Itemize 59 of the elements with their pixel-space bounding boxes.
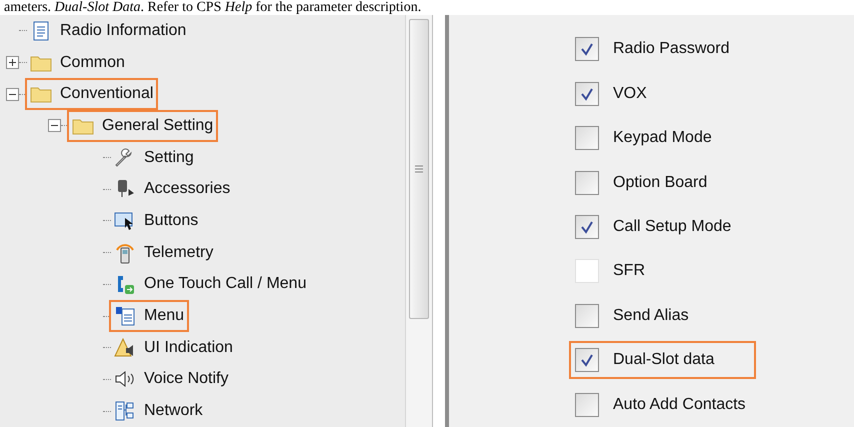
tree-item-label: Network xyxy=(144,401,203,422)
caption-text: ameters. Dual-Slot Data. Refer to CPS Help for the parameter description. xyxy=(3,0,422,15)
tree-item-label: Telemetry xyxy=(144,242,214,263)
checkbox[interactable] xyxy=(575,348,599,372)
scrollbar[interactable] xyxy=(405,15,433,427)
tree-item[interactable]: Common xyxy=(27,48,128,77)
checkbox[interactable] xyxy=(575,37,599,62)
tree-item-label: Accessories xyxy=(144,179,230,200)
tree-item[interactable]: Voice Notify xyxy=(111,365,232,394)
tree-expander[interactable] xyxy=(6,56,19,70)
phone-signal-icon xyxy=(114,242,136,264)
tree-item-label: General Setting xyxy=(102,116,214,136)
tree-expander[interactable] xyxy=(6,88,19,101)
checkbox[interactable] xyxy=(575,126,599,150)
tree-item[interactable]: One Touch Call / Menu xyxy=(111,270,310,298)
tree-item-label: Setting xyxy=(144,148,194,168)
tree-item[interactable]: Accessories xyxy=(111,175,234,204)
check-icon xyxy=(580,353,594,368)
tree-item[interactable]: Radio Information xyxy=(27,16,190,45)
checkbox-label: Option Board xyxy=(613,172,708,193)
menu-icon xyxy=(114,305,136,328)
checkbox[interactable] xyxy=(575,170,599,195)
check-icon xyxy=(580,86,594,101)
tree-item[interactable]: Buttons xyxy=(111,206,202,235)
checkbox[interactable] xyxy=(575,392,599,417)
checkbox-label: Call Setup Mode xyxy=(613,216,732,237)
tree-item[interactable]: Setting xyxy=(111,144,197,172)
checkbox-label: Radio Password xyxy=(613,39,730,60)
tree-item-label: UI Indication xyxy=(144,338,233,358)
check-icon xyxy=(580,42,594,56)
tree-item[interactable]: Menu xyxy=(111,302,188,330)
warning-speaker-icon xyxy=(114,336,136,359)
checkbox[interactable] xyxy=(575,214,599,239)
tree-expander[interactable] xyxy=(48,119,61,132)
tree-item-label: Buttons xyxy=(144,210,198,231)
grip-icon xyxy=(415,165,423,173)
tree-item[interactable]: Telemetry xyxy=(111,238,216,267)
tree-item-label: Radio Information xyxy=(60,20,186,41)
plus-icon xyxy=(8,58,17,68)
scrollbar-thumb[interactable] xyxy=(409,19,429,319)
tree-item-label: Menu xyxy=(144,306,184,326)
tree-item[interactable]: Conventional xyxy=(27,80,156,108)
tree-item[interactable]: UI Indication xyxy=(111,334,236,362)
tree-item-label: One Touch Call / Menu xyxy=(144,274,306,294)
tree-item-label: Voice Notify xyxy=(144,369,228,390)
checkbox-label: Send Alias xyxy=(613,306,689,326)
checkbox-label: Keypad Mode xyxy=(613,128,712,148)
checkbox[interactable] xyxy=(575,304,599,328)
tree-item[interactable]: General Setting xyxy=(69,112,216,140)
tree-item[interactable]: Network xyxy=(111,397,206,426)
network-icon xyxy=(114,400,136,422)
checkbox[interactable] xyxy=(575,82,599,106)
checkbox-label: SFR xyxy=(613,261,645,282)
checkbox-label: Auto Add Contacts xyxy=(613,394,746,415)
tree-item-label: Common xyxy=(60,52,125,73)
checkbox-label: VOX xyxy=(613,84,647,104)
checkbox-label: Dual-Slot data xyxy=(613,350,714,370)
tree-item-label: Conventional xyxy=(60,84,154,104)
check-icon xyxy=(580,220,594,234)
